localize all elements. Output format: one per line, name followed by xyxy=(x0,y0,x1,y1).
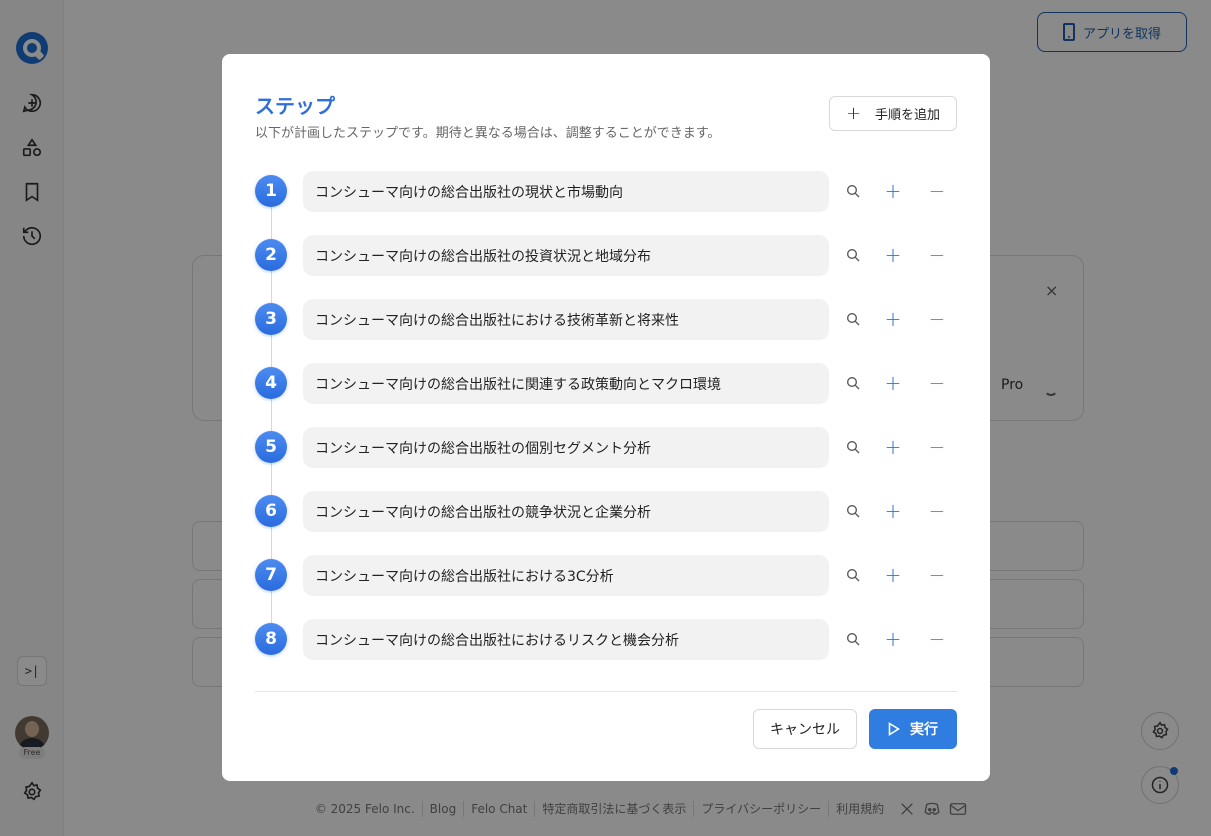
play-icon xyxy=(888,722,900,736)
add-step-button[interactable]: + 手順を追加 xyxy=(829,96,957,131)
steps-modal: ステップ 以下が計画したステップです。期待と異なる場合は、調整することができます… xyxy=(222,54,990,781)
run-label: 実行 xyxy=(910,722,938,738)
step-row: 3 コンシューマ向けの総合出版社における技術革新と将来性 + − xyxy=(222,299,990,341)
insert-step-button[interactable]: + xyxy=(879,177,907,205)
step-text-field[interactable]: コンシューマ向けの総合出版社における技術革新と将来性 xyxy=(303,299,829,340)
insert-step-button[interactable]: + xyxy=(879,561,907,589)
step-row: 4 コンシューマ向けの総合出版社に関連する政策動向とマクロ環境 + − xyxy=(222,363,990,405)
step-number: 4 xyxy=(255,367,287,399)
step-row: 8 コンシューマ向けの総合出版社におけるリスクと機会分析 + − xyxy=(222,619,990,661)
search-icon[interactable] xyxy=(839,177,867,205)
modal-subtitle: 以下が計画したステップです。期待と異なる場合は、調整することができます。 xyxy=(255,126,721,141)
cancel-button[interactable]: キャンセル xyxy=(753,709,857,749)
search-icon[interactable] xyxy=(839,305,867,333)
step-text-field[interactable]: コンシューマ向けの総合出版社の投資状況と地域分布 xyxy=(303,235,829,276)
insert-step-button[interactable]: + xyxy=(879,369,907,397)
step-number: 1 xyxy=(255,175,287,207)
step-number: 3 xyxy=(255,303,287,335)
remove-step-button[interactable]: − xyxy=(923,497,951,525)
run-button[interactable]: 実行 xyxy=(869,709,957,749)
step-text-field[interactable]: コンシューマ向けの総合出版社におけるリスクと機会分析 xyxy=(303,619,829,660)
step-row: 6 コンシューマ向けの総合出版社の競争状況と企業分析 + − xyxy=(222,491,990,533)
insert-step-button[interactable]: + xyxy=(879,433,907,461)
add-step-label: 手順を追加 xyxy=(875,108,941,123)
search-icon[interactable] xyxy=(839,561,867,589)
search-icon[interactable] xyxy=(839,369,867,397)
step-number: 5 xyxy=(255,431,287,463)
remove-step-button[interactable]: − xyxy=(923,305,951,333)
step-number: 8 xyxy=(255,623,287,655)
step-text-field[interactable]: コンシューマ向けの総合出版社の個別セグメント分析 xyxy=(303,427,829,468)
step-row: 5 コンシューマ向けの総合出版社の個別セグメント分析 + − xyxy=(222,427,990,469)
step-number: 6 xyxy=(255,495,287,527)
step-text-field[interactable]: コンシューマ向けの総合出版社の現状と市場動向 xyxy=(303,171,829,212)
step-text-field[interactable]: コンシューマ向けの総合出版社に関連する政策動向とマクロ環境 xyxy=(303,363,829,404)
insert-step-button[interactable]: + xyxy=(879,497,907,525)
step-row: 7 コンシューマ向けの総合出版社における3C分析 + − xyxy=(222,555,990,597)
search-icon[interactable] xyxy=(839,241,867,269)
remove-step-button[interactable]: − xyxy=(923,433,951,461)
plus-icon: + xyxy=(845,102,862,124)
step-row: 1 コンシューマ向けの総合出版社の現状と市場動向 + − xyxy=(222,171,990,213)
insert-step-button[interactable]: + xyxy=(879,241,907,269)
search-icon[interactable] xyxy=(839,497,867,525)
remove-step-button[interactable]: − xyxy=(923,241,951,269)
search-icon[interactable] xyxy=(839,625,867,653)
step-number: 7 xyxy=(255,559,287,591)
step-text-field[interactable]: コンシューマ向けの総合出版社の競争状況と企業分析 xyxy=(303,491,829,532)
remove-step-button[interactable]: − xyxy=(923,177,951,205)
remove-step-button[interactable]: − xyxy=(923,625,951,653)
remove-step-button[interactable]: − xyxy=(923,561,951,589)
step-number: 2 xyxy=(255,239,287,271)
insert-step-button[interactable]: + xyxy=(879,305,907,333)
step-text-field[interactable]: コンシューマ向けの総合出版社における3C分析 xyxy=(303,555,829,596)
divider xyxy=(255,691,957,692)
search-icon[interactable] xyxy=(839,433,867,461)
insert-step-button[interactable]: + xyxy=(879,625,907,653)
modal-title: ステップ xyxy=(255,94,335,118)
remove-step-button[interactable]: − xyxy=(923,369,951,397)
step-row: 2 コンシューマ向けの総合出版社の投資状況と地域分布 + − xyxy=(222,235,990,277)
